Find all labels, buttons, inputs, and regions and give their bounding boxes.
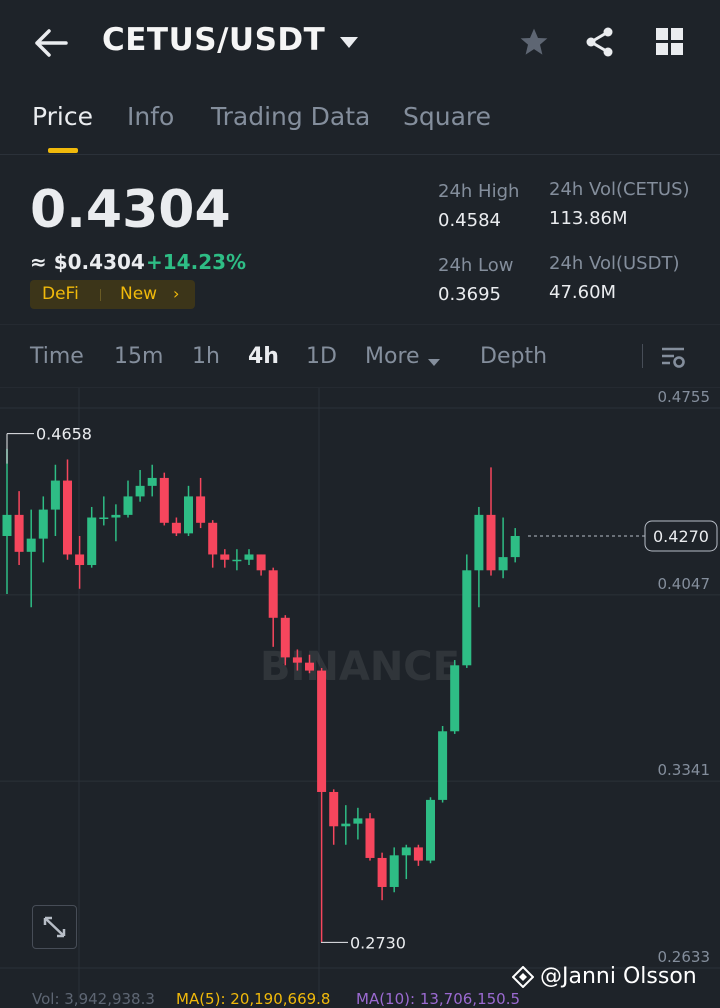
candle-body: [38, 509, 48, 539]
vol-readout: Vol: 3,942,938.3: [32, 990, 155, 1008]
candle-body: [2, 514, 12, 536]
low-value: 0.3695: [438, 284, 501, 305]
candle-body: [426, 799, 435, 861]
interval-15m[interactable]: 15m: [114, 344, 163, 369]
tag-defi: DeFi: [42, 284, 79, 304]
low-label: 24h Low: [438, 255, 514, 276]
interval-depth[interactable]: Depth: [480, 344, 547, 369]
high-value: 0.4584: [438, 210, 501, 231]
candle-body: [99, 517, 109, 520]
candle-body: [208, 522, 218, 555]
candle-body: [292, 657, 302, 663]
expand-button[interactable]: [32, 905, 77, 949]
candlestick-chart[interactable]: 0.47550.40470.33410.2633BINANCE0.46580.2…: [0, 388, 720, 1003]
candle-body: [353, 818, 363, 824]
interval-separator: [642, 344, 643, 368]
watermark-text: BINANCE: [260, 644, 460, 690]
candle-body: [377, 857, 387, 887]
fiat-price: ≈ $0.4304: [30, 250, 145, 274]
high-marker-label: 0.4658: [36, 425, 92, 444]
ma10-readout: MA(10): 13,706,150.5: [356, 990, 521, 1008]
tag-new: New: [120, 284, 158, 304]
binance-watermark: BINANCE: [260, 644, 460, 690]
tab-square[interactable]: Square: [403, 102, 491, 131]
candle-body: [268, 570, 278, 618]
tab-divider: [0, 154, 720, 155]
price-tick-label: 0.4755: [658, 388, 711, 406]
chevron-right-icon: ›: [173, 284, 180, 303]
share-icon[interactable]: [584, 26, 616, 62]
candle-body: [184, 496, 193, 534]
price-change-percent: +14.23%: [146, 250, 247, 274]
vol-quote-label: 24h Vol(USDT): [549, 253, 680, 274]
price-tick-label: 0.3341: [658, 761, 711, 779]
candle-body: [75, 554, 85, 566]
candle-body: [14, 514, 24, 552]
current-price-label: 0.4270: [653, 527, 709, 546]
last-price: 0.4304: [30, 180, 231, 240]
candle-body: [111, 514, 121, 518]
price-tick-label: 0.4047: [658, 575, 711, 593]
candle-body: [305, 662, 314, 671]
candle-body: [135, 485, 145, 497]
tab-info[interactable]: Info: [127, 102, 174, 131]
tag-separator: [100, 289, 101, 301]
author-watermark: @Janni Olsson: [540, 964, 697, 989]
candle-body: [450, 665, 460, 732]
ma5-readout: MA(5): 20,190,669.8: [176, 990, 331, 1008]
active-tab-indicator: [48, 148, 78, 153]
candle-body: [220, 554, 230, 560]
candle-body: [474, 514, 484, 571]
tab-trading-data[interactable]: Trading Data: [211, 102, 370, 131]
chart-settings-icon[interactable]: [660, 345, 686, 375]
high-label: 24h High: [438, 181, 520, 202]
candle-body: [244, 554, 254, 560]
candle-body: [317, 670, 327, 792]
candle-body: [171, 522, 181, 534]
candle-body: [50, 480, 60, 510]
vol-base-value: 113.86M: [549, 208, 628, 229]
interval-more[interactable]: More: [365, 344, 420, 369]
interval-4h[interactable]: 4h: [248, 344, 279, 369]
interval-1d[interactable]: 1D: [306, 344, 337, 369]
candle-body: [63, 480, 72, 555]
candle-body: [486, 514, 496, 571]
candle-body: [401, 847, 411, 856]
candle-body: [280, 617, 290, 658]
candle-body: [159, 477, 169, 523]
candle-body: [232, 559, 242, 562]
low-marker-label: 0.2730: [350, 933, 406, 952]
caret-down-icon[interactable]: [340, 34, 358, 53]
candle-body: [389, 855, 399, 887]
candle-body: [510, 535, 520, 558]
candle-body: [341, 823, 351, 827]
grid-icon[interactable]: [656, 28, 684, 60]
tab-price[interactable]: Price: [32, 102, 93, 131]
candle-body: [147, 477, 157, 486]
vol-base-label: 24h Vol(CETUS): [549, 179, 690, 200]
candle-body: [462, 570, 472, 666]
pair-title[interactable]: CETUS/USDT: [102, 22, 325, 58]
expand-icon: [43, 916, 66, 938]
candle-body: [87, 517, 97, 566]
candle-body: [498, 557, 508, 571]
more-caret-icon: [428, 352, 440, 371]
candle-body: [256, 554, 266, 571]
star-icon[interactable]: [518, 26, 550, 62]
vol-quote-value: 47.60M: [549, 282, 617, 303]
candle-body: [329, 791, 339, 827]
back-arrow-icon[interactable]: [34, 28, 68, 58]
candle-body: [123, 496, 133, 515]
candle-body: [438, 731, 448, 800]
binance-square-icon: [511, 965, 535, 992]
candle-body: [26, 538, 36, 552]
interval-1h[interactable]: 1h: [192, 344, 220, 369]
candle-body: [196, 496, 206, 523]
section-divider: [0, 324, 720, 325]
interval-time[interactable]: Time: [30, 344, 84, 369]
candle-body: [365, 818, 375, 858]
candle-body: [413, 847, 423, 861]
